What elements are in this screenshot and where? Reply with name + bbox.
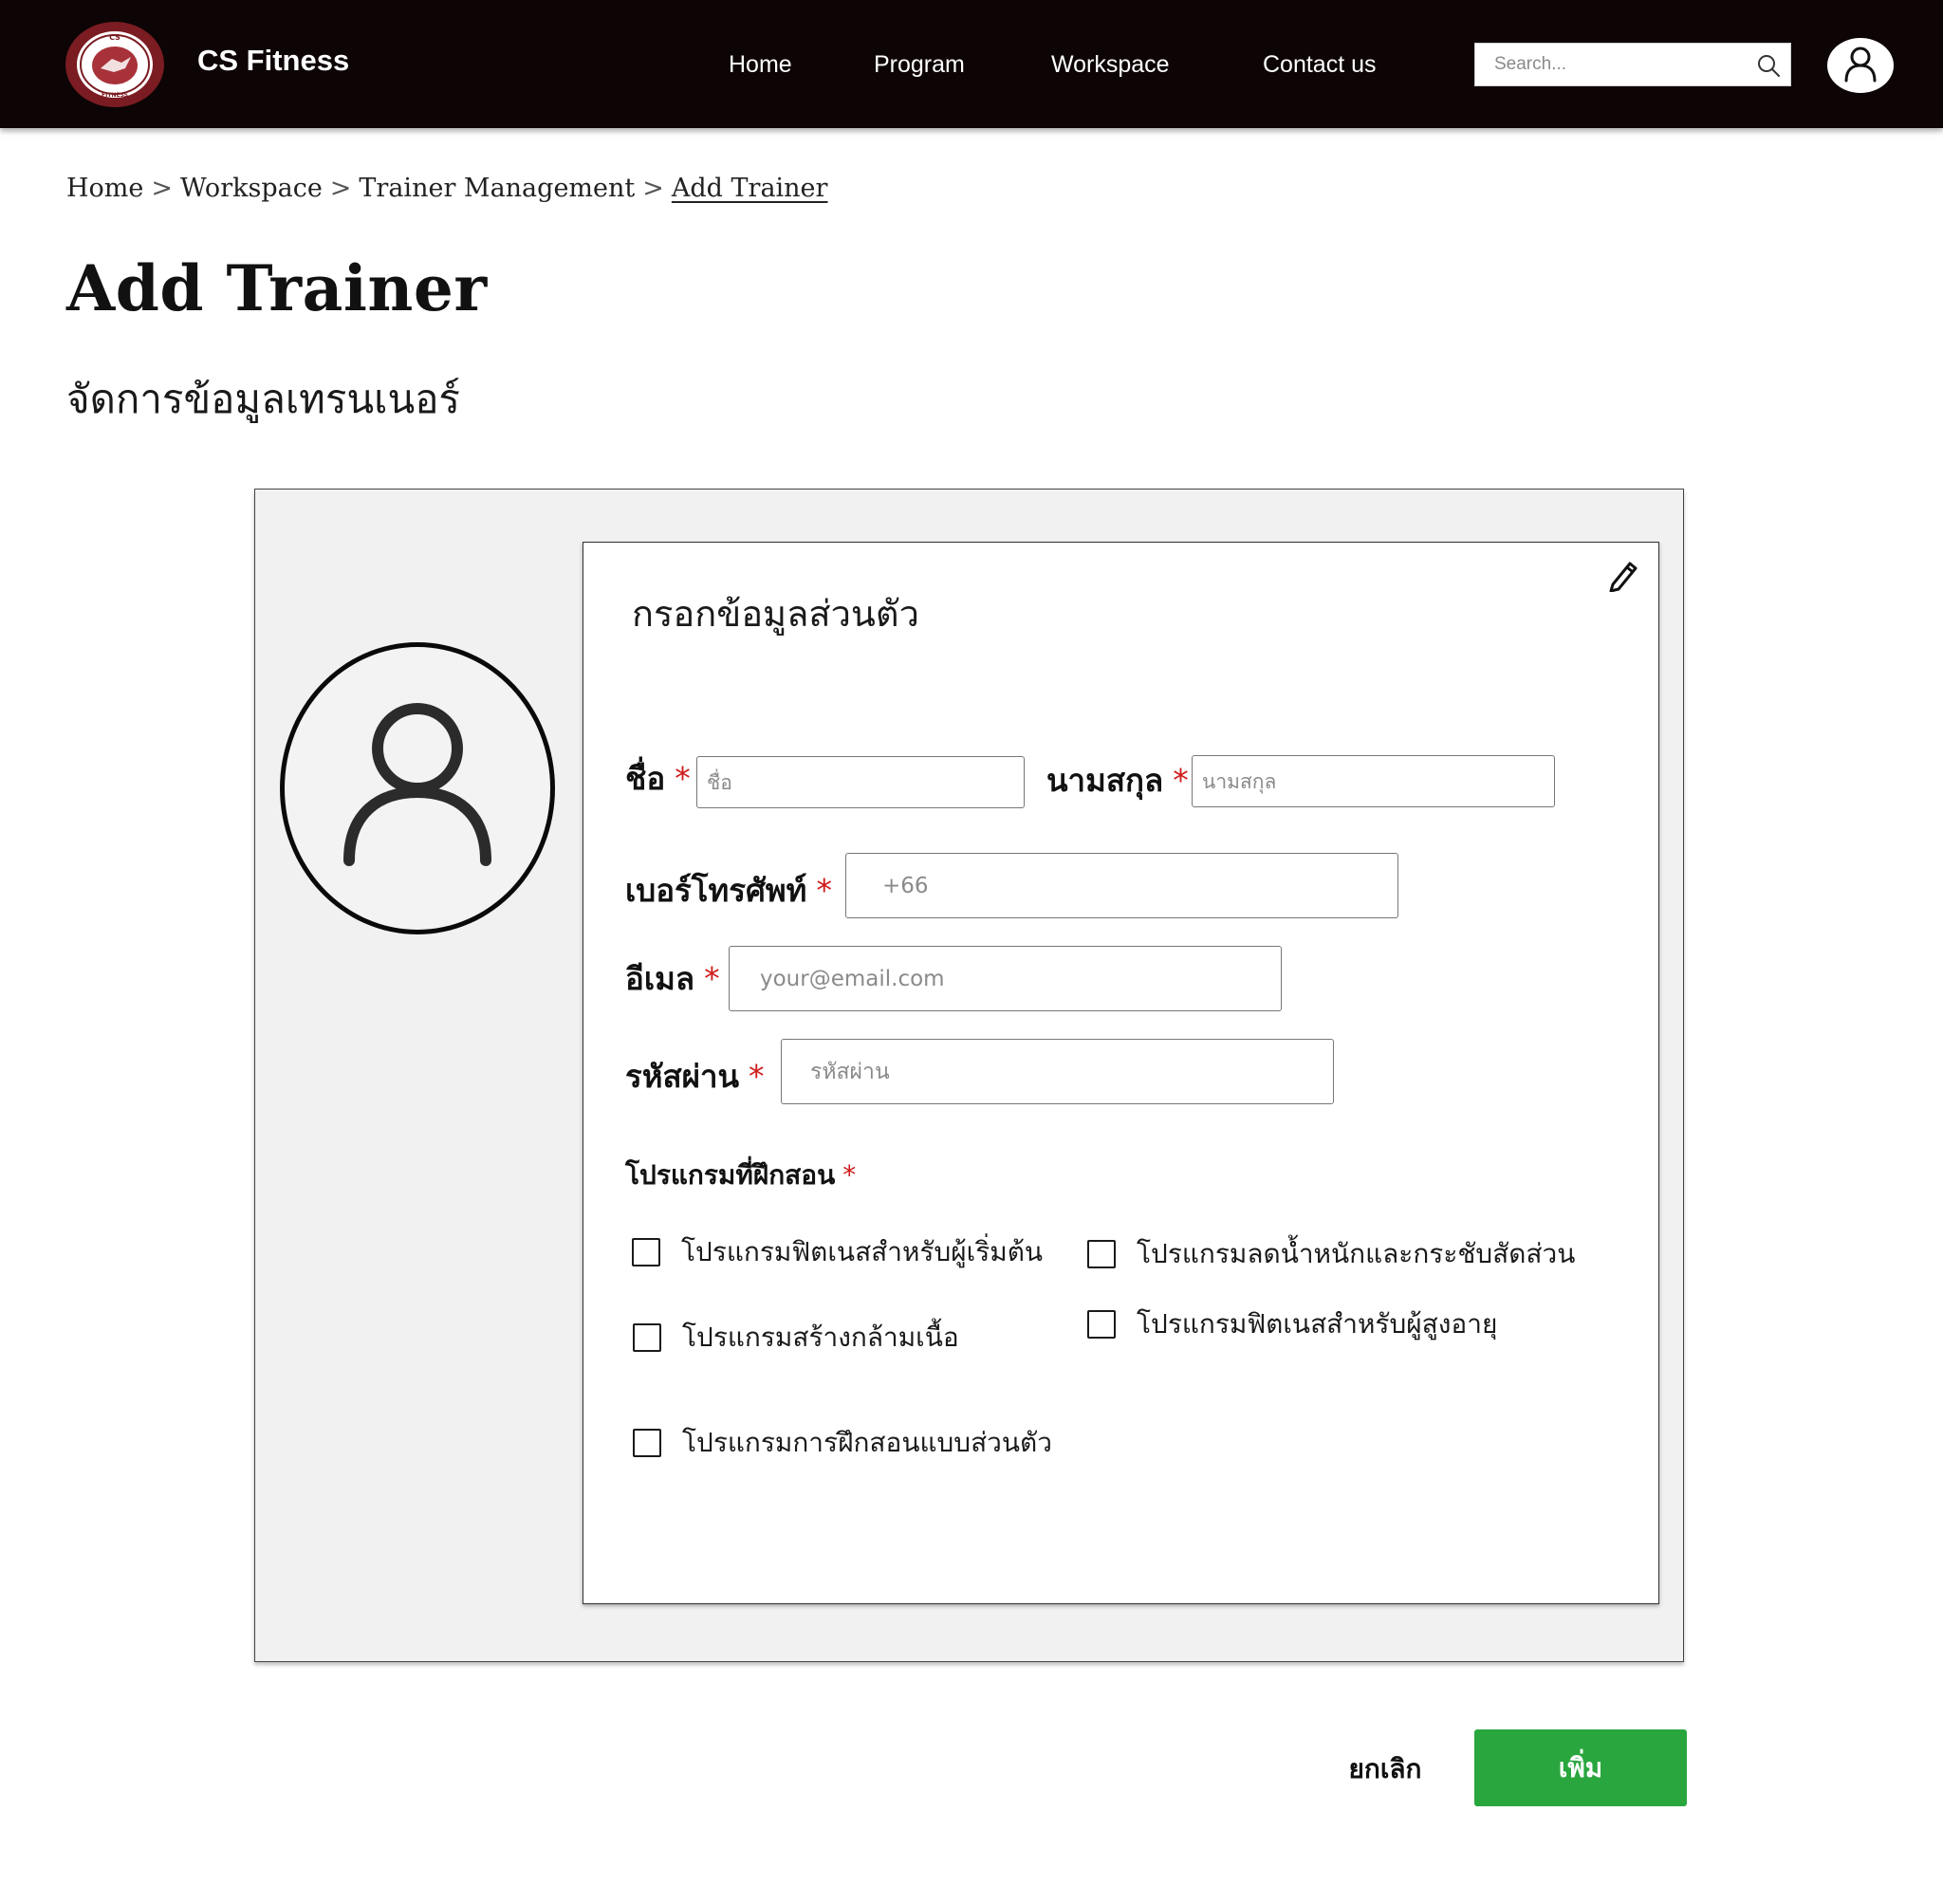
page-title: Add Trainer [66, 251, 488, 325]
phone-input[interactable] [845, 853, 1398, 918]
last-name-label: นามสกุล * [1046, 755, 1189, 805]
breadcrumb-separator: > [151, 174, 174, 203]
phone-label-text: เบอร์โทรศัพท์ [625, 872, 807, 909]
brand-name[interactable]: CS Fitness [197, 44, 349, 78]
breadcrumb: Home > Workspace > Trainer Management > Add Tr… [66, 174, 827, 203]
required-mark: * [842, 1159, 857, 1191]
breadcrumb-workspace[interactable]: Workspace [180, 174, 323, 203]
breadcrumb-trainer-management[interactable]: Trainer Management [359, 174, 635, 203]
profile-photo-placeholder[interactable] [280, 642, 555, 934]
cs-fitness-logo[interactable]: CS FITNESS [65, 21, 165, 108]
search-input[interactable] [1475, 44, 1741, 85]
search-icon[interactable] [1756, 53, 1781, 78]
checkbox[interactable] [633, 1323, 661, 1352]
password-label-text: รหัสผ่าน [625, 1058, 740, 1095]
programs-label-text: โปรแกรมที่ฝึกสอน [625, 1159, 836, 1191]
checkbox[interactable] [632, 1238, 660, 1266]
first-name-label: ชื่อ * [625, 753, 691, 804]
add-trainer-button[interactable]: เพิ่ม [1474, 1729, 1687, 1806]
checkbox[interactable] [1087, 1310, 1116, 1339]
search-box [1474, 43, 1791, 86]
breadcrumb-separator: > [642, 174, 664, 203]
cancel-button[interactable]: ยกเลิก [1328, 1746, 1442, 1793]
program-option-label: โปรแกรมลดน้ำหนักและกระชับสัดส่วน [1137, 1238, 1576, 1269]
required-mark: * [816, 872, 832, 909]
first-name-input[interactable] [696, 756, 1025, 808]
program-option-beginner[interactable]: โปรแกรมฟิตเนสสำหรับผู้เริ่มต้น [632, 1231, 1043, 1273]
program-option-label: โปรแกรมฟิตเนสสำหรับผู้เริ่มต้น [681, 1236, 1044, 1267]
program-option-weight-loss[interactable]: โปรแกรมลดน้ำหนักและกระชับสัดส่วน [1087, 1233, 1575, 1275]
svg-text:FITNESS: FITNESS [102, 92, 128, 99]
breadcrumb-add-trainer[interactable]: Add Trainer [672, 174, 828, 203]
password-label: รหัสผ่าน * [625, 1051, 765, 1101]
checkbox[interactable] [633, 1429, 661, 1457]
programs-label: โปรแกรมที่ฝึกสอน * [625, 1155, 856, 1196]
email-label: อีเมล * [625, 953, 720, 1004]
program-option-muscle-building[interactable]: โปรแกรมสร้างกล้ามเนื้อ [633, 1317, 959, 1359]
program-option-personal-training[interactable]: โปรแกรมการฝึกสอนแบบส่วนตัว [633, 1422, 1052, 1464]
email-input[interactable] [729, 946, 1282, 1011]
breadcrumb-home[interactable]: Home [66, 174, 143, 203]
program-option-label: โปรแกรมฟิตเนสสำหรับผู้สูงอายุ [1137, 1308, 1498, 1340]
nav-program[interactable]: Program [874, 51, 965, 79]
pencil-edit-icon[interactable] [1607, 558, 1639, 593]
nav-contact-us[interactable]: Contact us [1263, 51, 1377, 79]
program-option-label: โปรแกรมสร้างกล้ามเนื้อ [682, 1322, 959, 1353]
user-account-button[interactable] [1827, 38, 1894, 93]
required-mark: * [1173, 762, 1189, 799]
last-name-label-text: นามสกุล [1046, 762, 1164, 799]
user-avatar-icon [342, 701, 493, 876]
required-mark: * [704, 960, 720, 997]
svg-text:CS: CS [109, 33, 120, 42]
page-subtitle: จัดการข้อมูลเทรนเนอร์ [66, 376, 460, 422]
required-mark: * [749, 1058, 765, 1095]
email-label-text: อีเมล [625, 960, 695, 997]
program-option-label: โปรแกรมการฝึกสอนแบบส่วนตัว [682, 1427, 1052, 1458]
program-option-elderly[interactable]: โปรแกรมฟิตเนสสำหรับผู้สูงอายุ [1087, 1303, 1497, 1345]
card-title: กรอกข้อมูลส่วนตัว [632, 593, 919, 635]
last-name-input[interactable] [1192, 755, 1555, 807]
nav-home[interactable]: Home [729, 51, 792, 79]
checkbox[interactable] [1087, 1240, 1116, 1268]
nav-workspace[interactable]: Workspace [1051, 51, 1170, 79]
phone-label: เบอร์โทรศัพท์ * [625, 865, 832, 915]
password-input[interactable] [781, 1039, 1334, 1104]
user-icon [1841, 45, 1879, 86]
breadcrumb-separator: > [329, 174, 352, 203]
first-name-label-text: ชื่อ [625, 760, 666, 797]
required-mark: * [675, 760, 691, 797]
top-navbar: CS FITNESS CS Fitness Home Program Works… [0, 0, 1943, 128]
